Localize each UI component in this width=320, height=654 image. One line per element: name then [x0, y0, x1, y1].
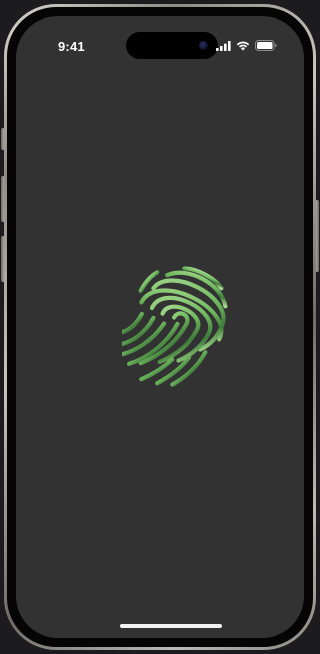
- status-icons: [216, 40, 277, 51]
- screen: 9:41: [16, 16, 304, 638]
- phone-bezel: 9:41: [7, 7, 313, 647]
- cellular-signal-icon: [216, 40, 231, 51]
- device-stage: 9:41: [0, 0, 320, 654]
- battery-icon: [255, 40, 277, 51]
- wifi-icon: [236, 41, 250, 51]
- fingerprint-icon: [122, 266, 228, 387]
- dynamic-island: [126, 32, 218, 59]
- status-time: 9:41: [58, 39, 85, 54]
- status-bar: 9:41: [16, 16, 304, 70]
- home-indicator[interactable]: [120, 624, 222, 628]
- phone-frame: 9:41: [4, 4, 316, 650]
- front-camera-icon: [199, 41, 208, 50]
